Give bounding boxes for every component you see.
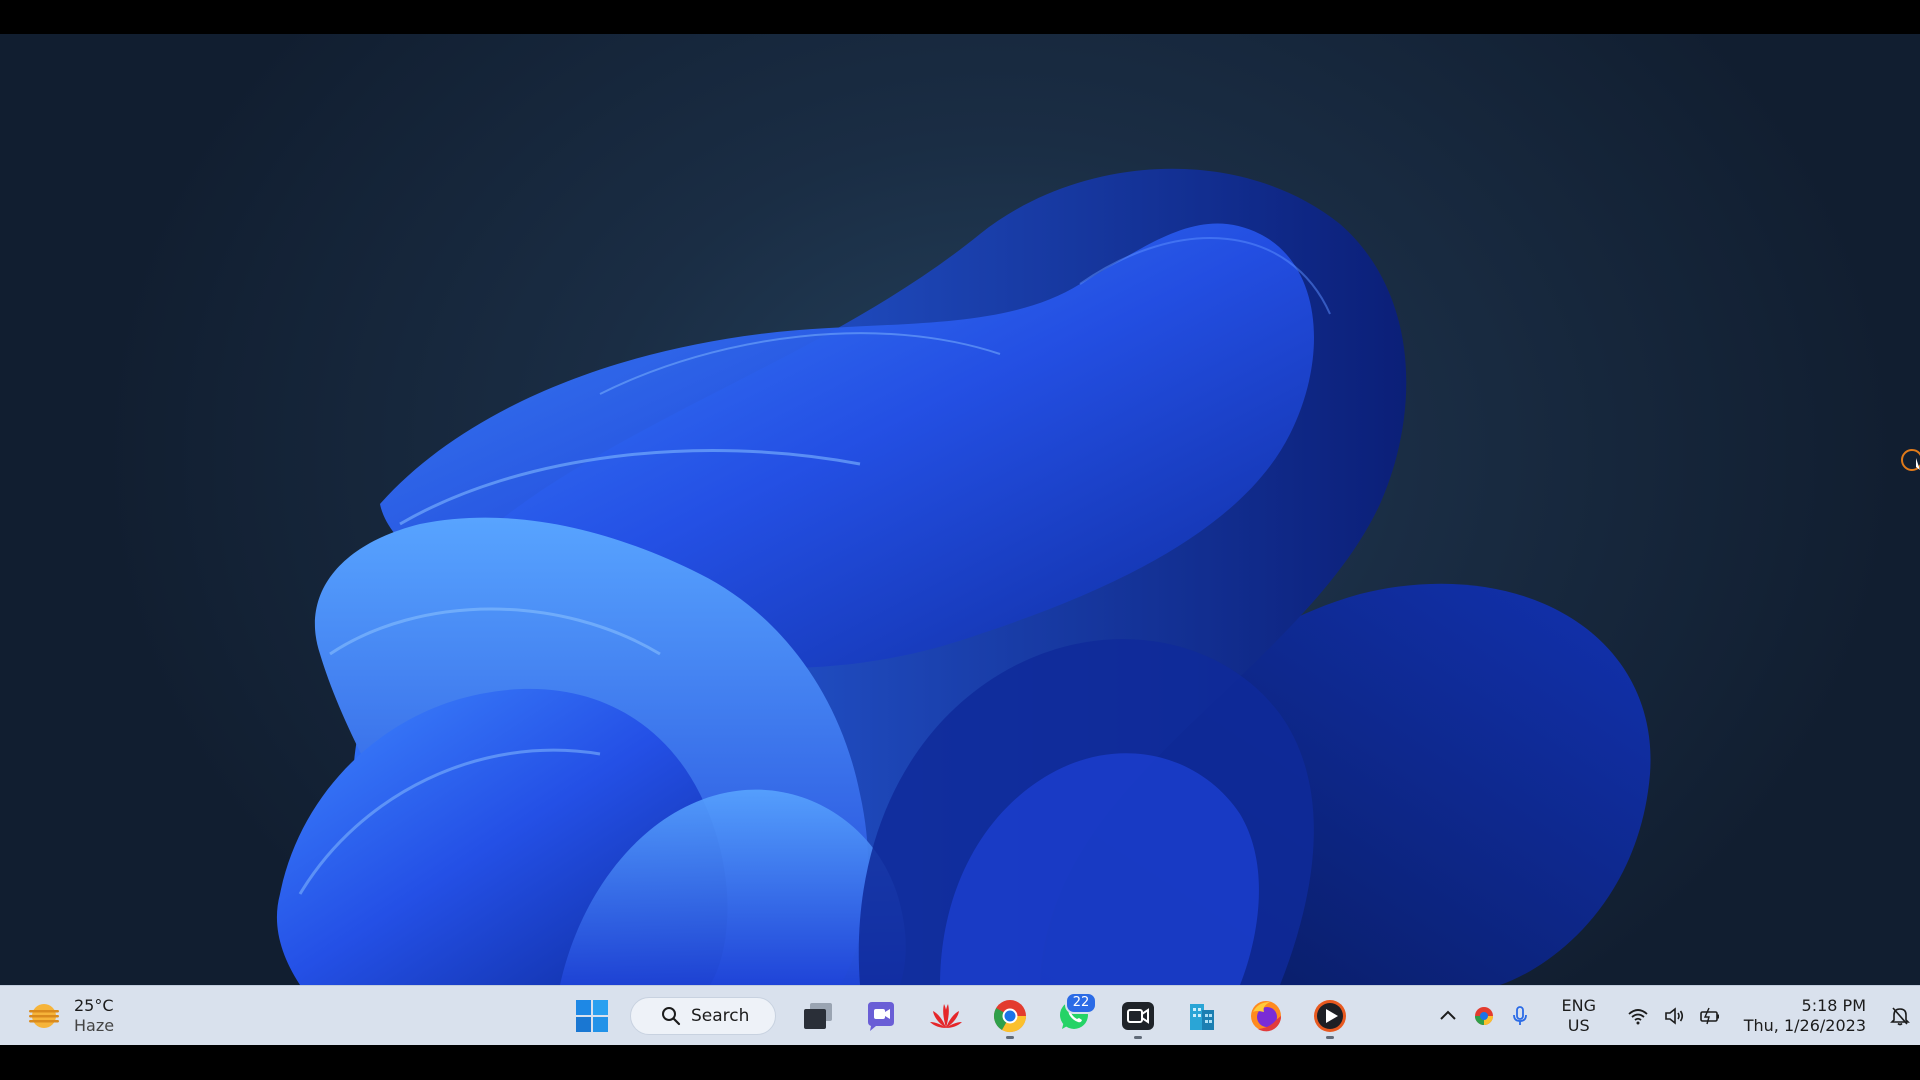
play-icon — [1314, 1000, 1346, 1032]
clock-time: 5:18 PM — [1801, 996, 1866, 1015]
microphone-icon — [1512, 1006, 1527, 1025]
taskbar-apps: Search 22 — [560, 992, 1362, 1040]
input-language-button[interactable]: ENG US — [1544, 996, 1614, 1036]
teams-chat-button[interactable] — [855, 992, 909, 1040]
task-view-icon — [804, 1003, 832, 1029]
microphone-button[interactable] — [1502, 996, 1538, 1036]
windows-logo-icon — [576, 1000, 608, 1032]
search-icon — [662, 1007, 681, 1026]
search-label: Search — [691, 1006, 750, 1026]
firefox-icon — [1251, 1001, 1282, 1032]
running-indicator — [1006, 1036, 1014, 1039]
office-building-icon — [1190, 1004, 1214, 1030]
chrome-button[interactable] — [983, 992, 1037, 1040]
firefox-button[interactable] — [1239, 992, 1293, 1040]
notifications-button[interactable] — [1880, 996, 1920, 1036]
haze-sun-icon — [29, 1004, 59, 1028]
running-indicator — [1326, 1036, 1334, 1039]
battery-charging-icon — [1699, 1007, 1719, 1025]
camera-icon — [1122, 1002, 1154, 1030]
start-button[interactable] — [565, 992, 619, 1040]
whatsapp-button[interactable]: 22 — [1047, 992, 1101, 1040]
office-app-button[interactable] — [1175, 992, 1229, 1040]
clock-button[interactable]: 5:18 PM Thu, 1/26/2023 — [1744, 996, 1866, 1036]
wallpaper-bloom — [276, 168, 1651, 985]
region-code: US — [1567, 1016, 1590, 1035]
taskbar: 25°C Haze Search 22 ENG US 5:18 PM Thu, … — [0, 985, 1920, 1045]
notification-bell-icon — [1890, 1007, 1910, 1026]
whatsapp-unread-badge: 22 — [1065, 992, 1097, 1014]
mouse-cursor-icon — [1901, 449, 1920, 471]
wifi-icon — [1628, 1009, 1648, 1025]
huawei-logo-icon — [930, 1004, 962, 1028]
language-code: ENG — [1561, 996, 1596, 1015]
letterbox-top — [0, 0, 1920, 34]
color-ring-icon — [1474, 1007, 1493, 1025]
chevron-up-icon — [1440, 1010, 1456, 1020]
media-player-button[interactable] — [1303, 992, 1357, 1040]
chrome-icon — [993, 1000, 1027, 1033]
task-view-button[interactable] — [791, 992, 845, 1040]
weather-temperature: 25°C — [74, 996, 114, 1015]
volume-button[interactable] — [1656, 996, 1692, 1036]
huawei-app-button[interactable] — [919, 992, 973, 1040]
weather-condition: Haze — [74, 1016, 115, 1035]
wifi-button[interactable] — [1620, 996, 1656, 1036]
tray-app-button[interactable] — [1466, 996, 1502, 1036]
letterbox-bottom — [0, 1045, 1920, 1080]
taskbar-search[interactable]: Search — [630, 997, 776, 1035]
speaker-icon — [1664, 1007, 1683, 1025]
weather-widget[interactable]: 25°C Haze — [26, 994, 114, 1038]
system-tray: ENG US 5:18 PM Thu, 1/26/2023 — [1430, 986, 1920, 1046]
clock-date: Thu, 1/26/2023 — [1743, 1016, 1866, 1035]
battery-button[interactable] — [1692, 996, 1728, 1036]
show-hidden-icons-button[interactable] — [1430, 996, 1466, 1036]
desktop[interactable] — [0, 34, 1920, 985]
teams-video-icon — [868, 1002, 894, 1031]
camera-app-button[interactable] — [1111, 992, 1165, 1040]
running-indicator — [1134, 1036, 1142, 1039]
